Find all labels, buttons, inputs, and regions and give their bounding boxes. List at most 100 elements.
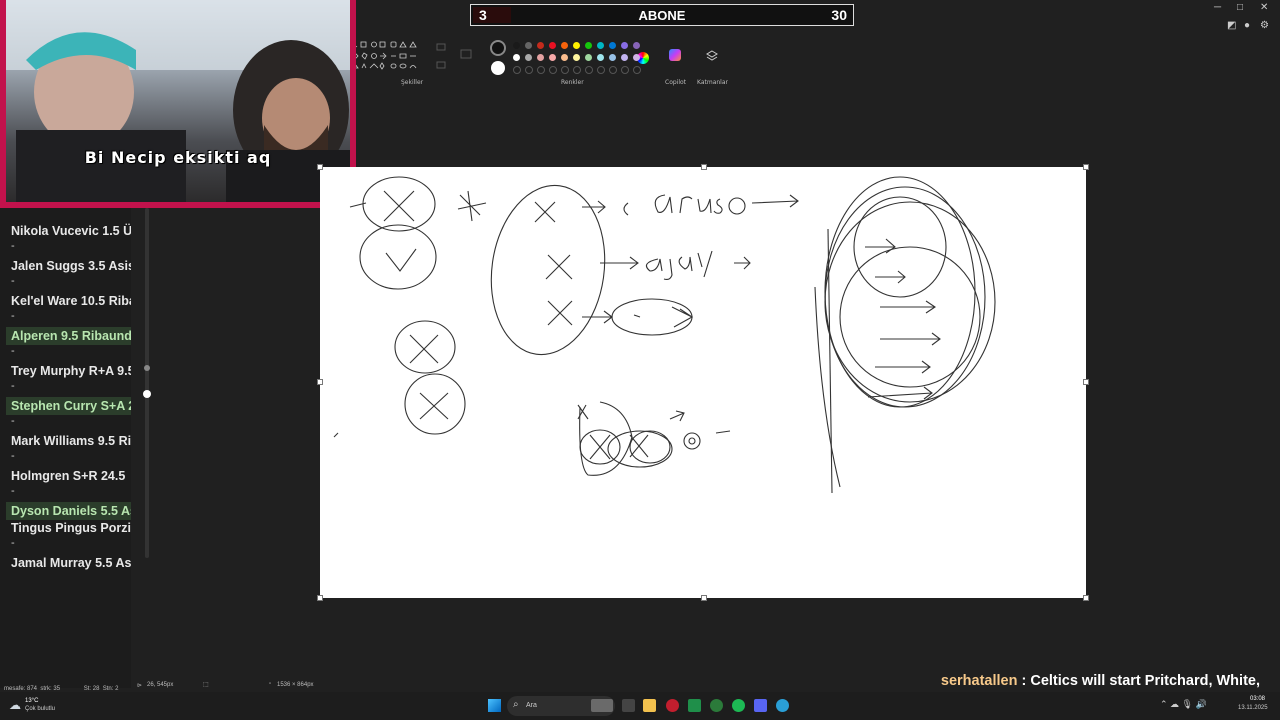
palette-row-2-swatch-8[interactable] bbox=[597, 54, 604, 61]
palette-row-1-swatch-8[interactable] bbox=[597, 42, 604, 49]
prop-item: Alperen 9.5 Ribaund bbox=[6, 327, 131, 345]
shapes-gallery[interactable] bbox=[350, 40, 420, 72]
palette-row-2-swatch-10[interactable] bbox=[621, 54, 628, 61]
paint-canvas[interactable] bbox=[317, 164, 1089, 601]
browser-icon[interactable] bbox=[710, 699, 723, 712]
resize-handle-tr[interactable] bbox=[1083, 164, 1089, 170]
prop-item: Stephen Curry S+A 29.5 bbox=[6, 397, 131, 415]
scroll-thumb-2[interactable] bbox=[143, 390, 151, 398]
sheet-icon[interactable] bbox=[688, 699, 701, 712]
copilot-icon[interactable] bbox=[669, 49, 681, 61]
palette-custom-swatch-7[interactable] bbox=[585, 66, 593, 74]
app-thumbnail-icon[interactable] bbox=[591, 699, 613, 712]
palette-row-1-swatch-7[interactable] bbox=[585, 42, 592, 49]
palette-row-1-swatch-1[interactable] bbox=[513, 42, 520, 49]
cursor-position: 26, 545px bbox=[147, 682, 174, 688]
search-label: Ara bbox=[526, 702, 537, 709]
task-view-icon[interactable] bbox=[622, 699, 635, 712]
share-icon[interactable]: ◩ bbox=[1227, 20, 1236, 31]
palette-row-2-swatch-7[interactable] bbox=[585, 54, 592, 61]
discord-icon[interactable] bbox=[754, 699, 767, 712]
prop-separator: - bbox=[11, 240, 15, 252]
paint-app-icon[interactable] bbox=[776, 699, 789, 712]
palette-row-1-swatch-5[interactable] bbox=[561, 42, 568, 49]
palette-row-2-swatch-2[interactable] bbox=[525, 54, 532, 61]
prop-separator: - bbox=[11, 310, 15, 322]
tray-icons[interactable]: ⌃ ☁ 🎙 🔊 bbox=[1160, 699, 1207, 710]
prop-item: Holmgren S+R 24.5 bbox=[11, 469, 126, 483]
prop-item: Mark Williams 9.5 Ribaund bbox=[11, 434, 131, 448]
palette-custom-swatch-9[interactable] bbox=[609, 66, 617, 74]
goal-label: ABONE bbox=[638, 8, 686, 23]
search-icon: ⌕ bbox=[513, 699, 519, 710]
minimize-icon[interactable]: ─ bbox=[1214, 2, 1221, 13]
weather-icon[interactable]: ☁ bbox=[9, 698, 21, 712]
palette-row-2-swatch-1[interactable] bbox=[513, 54, 520, 61]
palette-row-2-swatch-5[interactable] bbox=[561, 54, 568, 61]
shapes-label: Şekiller bbox=[401, 79, 424, 86]
goal-target: 30 bbox=[831, 7, 847, 23]
prop-item: Tingus Pingus Porzingis bbox=[11, 521, 131, 535]
palette-row-1-swatch-9[interactable] bbox=[609, 42, 616, 49]
weather-desc: Çok bulutlu bbox=[25, 706, 56, 712]
prop-separator: - bbox=[11, 275, 15, 287]
prop-item: Dyson Daniels 5.5 Asist bbox=[6, 502, 131, 520]
prop-item: Nikola Vucevic 1.5 Üçlük bbox=[11, 224, 131, 238]
webcam-caption: Bi Necip eksikti aq bbox=[84, 148, 272, 167]
maximize-icon[interactable]: □ bbox=[1237, 2, 1243, 13]
palette-row-1-swatch-10[interactable] bbox=[621, 42, 628, 49]
prop-separator: - bbox=[11, 485, 15, 497]
palette-row-1-swatch-11[interactable] bbox=[633, 42, 640, 49]
scroll-thumb-1[interactable] bbox=[144, 365, 150, 371]
palette-custom-swatch-2[interactable] bbox=[525, 66, 533, 74]
spotify-icon[interactable] bbox=[732, 699, 745, 712]
clock-time: 03:08 bbox=[1250, 696, 1266, 702]
paint-toolbar: Şekiller Renkler Copilot Katmanlar bbox=[350, 28, 1280, 90]
palette-custom-swatch-3[interactable] bbox=[537, 66, 545, 74]
colors-label: Renkler bbox=[561, 79, 584, 86]
file-explorer-icon[interactable] bbox=[643, 699, 656, 712]
palette-row-1-swatch-2[interactable] bbox=[525, 42, 532, 49]
prop-item: Jalen Suggs 3.5 Asist bbox=[11, 259, 131, 273]
settings-icon[interactable]: ⚙ bbox=[1260, 20, 1269, 31]
palette-custom-swatch-11[interactable] bbox=[633, 66, 641, 74]
resize-handle-bl[interactable] bbox=[317, 595, 323, 601]
resize-handle-br[interactable] bbox=[1083, 595, 1089, 601]
prop-separator: - bbox=[11, 415, 15, 427]
opera-icon[interactable] bbox=[666, 699, 679, 712]
resize-handle-top[interactable] bbox=[701, 164, 707, 170]
palette-row-2-swatch-11[interactable] bbox=[633, 54, 640, 61]
close-icon[interactable]: ✕ bbox=[1260, 2, 1268, 13]
resize-handle-tl[interactable] bbox=[317, 164, 323, 170]
color-2[interactable] bbox=[491, 61, 505, 75]
palette-row-2-swatch-6[interactable] bbox=[573, 54, 580, 61]
palette-custom-swatch-6[interactable] bbox=[573, 66, 581, 74]
start-icon[interactable] bbox=[488, 699, 501, 712]
palette-custom-swatch-8[interactable] bbox=[597, 66, 605, 74]
prop-item: Trey Murphy R+A 9.5 bbox=[11, 364, 131, 378]
palette-custom-swatch-5[interactable] bbox=[561, 66, 569, 74]
stream-overlay-props-panel: Nikola Vucevic 1.5 Üçlük Jalen Suggs 3.5 … bbox=[0, 208, 131, 688]
palette-custom-swatch-10[interactable] bbox=[621, 66, 629, 74]
layers-icon[interactable] bbox=[706, 50, 718, 62]
palette-row-2-swatch-3[interactable] bbox=[537, 54, 544, 61]
chat-username: serhatallen bbox=[940, 673, 1018, 689]
palette-custom-swatch-4[interactable] bbox=[549, 66, 557, 74]
palette-row-2-swatch-9[interactable] bbox=[609, 54, 616, 61]
resize-handle-bottom[interactable] bbox=[701, 595, 707, 601]
webcam-overlay: Bi Necip eksikti aq bbox=[0, 0, 356, 208]
panel-scrollbar[interactable] bbox=[145, 208, 149, 558]
account-icon[interactable]: ● bbox=[1244, 20, 1250, 31]
palette-row-1-swatch-3[interactable] bbox=[537, 42, 544, 49]
palette-row-1-swatch-4[interactable] bbox=[549, 42, 556, 49]
prop-item: Kel'el Ware 10.5 Ribaund bbox=[11, 294, 131, 308]
palette-custom-swatch-1[interactable] bbox=[513, 66, 521, 74]
palette-row-1-swatch-6[interactable] bbox=[573, 42, 580, 49]
resize-handle-right[interactable] bbox=[1083, 379, 1089, 385]
resize-handle-left[interactable] bbox=[317, 379, 323, 385]
color-1-selected[interactable] bbox=[490, 40, 506, 56]
prop-separator: - bbox=[11, 345, 15, 357]
palette-row-2-swatch-4[interactable] bbox=[549, 54, 556, 61]
outline-fill-icons[interactable] bbox=[435, 42, 475, 72]
canvas-size-icon: ▫ bbox=[269, 681, 272, 687]
